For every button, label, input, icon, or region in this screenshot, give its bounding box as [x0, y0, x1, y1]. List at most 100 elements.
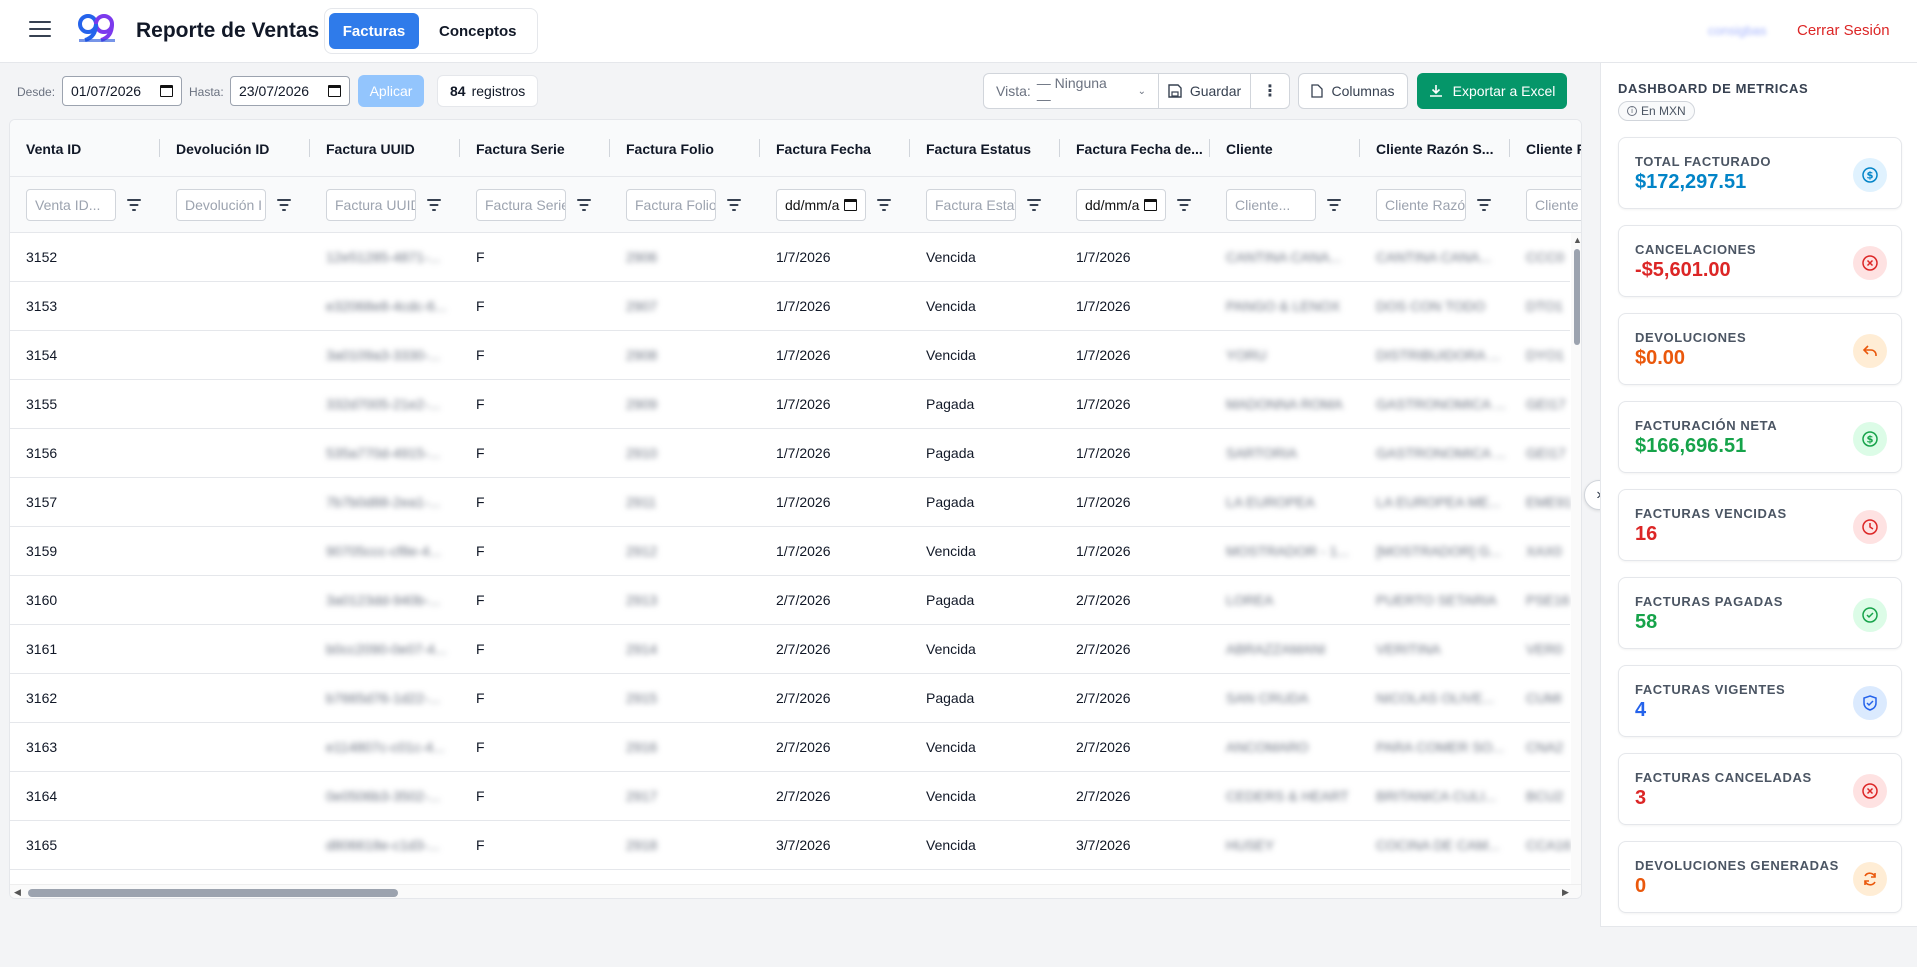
tab-conceptos[interactable]: Conceptos — [423, 13, 533, 49]
menu-icon[interactable] — [29, 21, 51, 39]
filter-icon[interactable] — [1176, 199, 1192, 211]
column-header[interactable]: Factura UUID — [310, 120, 460, 177]
vertical-scrollbar[interactable]: ▲ ▼ — [1571, 233, 1581, 898]
filter-icon[interactable] — [126, 199, 142, 211]
columns-button[interactable]: Columnas — [1298, 73, 1408, 109]
filter-icon[interactable] — [726, 199, 742, 211]
table-cell: Vencida — [926, 347, 976, 363]
column-filter-input[interactable]: Factura UUID — [326, 189, 416, 221]
column-header[interactable]: Factura Serie — [460, 120, 610, 177]
metric-card: FACTURAS VENCIDAS 16 — [1618, 489, 1902, 561]
shield-check-icon — [1853, 686, 1887, 720]
column-header[interactable]: Factura Fecha de... — [1060, 120, 1210, 177]
more-options-icon[interactable]: ⋮ — [1251, 74, 1289, 108]
column-header-label: Cliente — [1226, 140, 1273, 157]
table-cell: SARTORIA — [1226, 445, 1298, 461]
table-row[interactable]: 3152 12e51285-4871-... F 2906 1/7/2026 Vencid… — [10, 233, 1570, 282]
logout-button[interactable]: Cerrar Sesión — [1797, 22, 1890, 39]
record-count-value: 84 — [450, 83, 466, 99]
table-cell: DISTRIBUIDORA ... — [1376, 347, 1501, 363]
column-header[interactable]: Cliente — [1210, 120, 1360, 177]
table-row[interactable]: 3165 d806618e-c1d3-... F 2918 3/7/2026 Vencid… — [10, 821, 1571, 870]
table-cell: F — [476, 739, 485, 755]
table-row[interactable]: 3163 e114807c-c01c-4... F 2916 2/7/2026 Venci… — [10, 723, 1570, 772]
metric-value: 4 — [1635, 699, 1647, 721]
column-filter-cell: Factura Folio — [610, 177, 742, 233]
table-row[interactable]: 3155 332d7005-21e2-... F 2909 1/7/2026 Pagada… — [10, 380, 1570, 429]
table-cell: 2918 — [626, 837, 658, 853]
column-header[interactable]: Cliente Razón S... — [1360, 120, 1510, 177]
scroll-up-icon[interactable]: ▲ — [1573, 235, 1581, 245]
table-cell: COCINA DE CAM... — [1376, 837, 1500, 853]
filter-icon[interactable] — [426, 199, 442, 211]
table-cell: 2913 — [626, 592, 658, 608]
apply-button[interactable]: Aplicar — [358, 75, 424, 107]
scroll-right-icon[interactable]: ▶ — [1562, 887, 1569, 898]
horizontal-scrollbar[interactable]: ◀ ▶ — [10, 884, 1581, 898]
svg-text:$: $ — [1867, 171, 1874, 182]
column-header[interactable]: Venta ID — [10, 120, 160, 177]
calendar-icon[interactable] — [328, 85, 341, 97]
table-row[interactable]: 3162 b7665d76-1d22-... F 2915 2/7/2026 Pagada… — [10, 674, 1570, 723]
vertical-scroll-thumb[interactable] — [1574, 249, 1580, 345]
table-cell: 1/7/2026 — [1076, 347, 1131, 363]
calendar-icon[interactable] — [160, 85, 173, 97]
filter-icon[interactable] — [576, 199, 592, 211]
table-cell: ANCOMARO — [1226, 739, 1309, 755]
table-row[interactable]: 3156 535a770d-4915-... F 2910 1/7/2026 Pagada… — [10, 429, 1570, 478]
column-filter-input[interactable]: Cliente — [1526, 189, 1581, 221]
table-cell: 3163 — [26, 739, 58, 755]
table-row[interactable]: 3160 3a0123dd-940b-... F 2913 2/7/2026 Pagada… — [10, 576, 1570, 625]
metric-value: 16 — [1635, 523, 1658, 545]
column-filter-input[interactable]: Factura Serie — [476, 189, 566, 221]
table-cell: 12e51285-4871-... — [326, 249, 441, 265]
view-select[interactable]: Vista: — Ninguna — ⌄ — [984, 74, 1159, 108]
column-header[interactable]: Factura Folio — [610, 120, 760, 177]
scroll-left-icon[interactable]: ◀ — [14, 887, 21, 898]
column-header[interactable]: Factura Fecha — [760, 120, 910, 177]
table-row[interactable]: 3153 e32068e8-4cdc-6... F 2907 1/7/2026 Venci… — [10, 282, 1570, 331]
table-row[interactable]: 3157 7b7b0d88-2ea1-... F 2911 1/7/2026 Pagada… — [10, 478, 1572, 527]
desde-date-input[interactable]: 01/07/2026 — [62, 76, 182, 106]
filter-placeholder: Cliente Razó — [1385, 197, 1466, 213]
metric-label: TOTAL FACTURADO — [1635, 154, 1772, 169]
table-cell: F — [476, 249, 485, 265]
column-header[interactable]: Devolución ID — [160, 120, 310, 177]
table-row[interactable]: 3164 0e0506b3-3502-... F 2917 2/7/2026 Vencid… — [10, 772, 1570, 821]
tab-facturas[interactable]: Facturas — [329, 13, 419, 49]
column-header[interactable]: Factura Estatus — [910, 120, 1060, 177]
refresh-icon — [1853, 862, 1887, 896]
column-filter-input[interactable]: Factura Folio — [626, 189, 716, 221]
calendar-icon[interactable] — [844, 199, 857, 211]
column-filter-input[interactable]: Cliente Razó — [1376, 189, 1466, 221]
table-row[interactable]: 3154 3a0109a3-3330-... F 2908 1/7/2026 Vencid… — [10, 331, 1570, 380]
save-view-button[interactable]: Guardar — [1159, 74, 1251, 108]
date-filter-input[interactable]: dd/mm/a — [776, 189, 866, 221]
filter-icon[interactable] — [1326, 199, 1342, 211]
calendar-icon[interactable] — [1144, 199, 1157, 211]
column-header[interactable]: Cliente R — [1510, 120, 1581, 177]
metric-value: $166,696.51 — [1635, 435, 1747, 457]
table-cell: 3156 — [26, 445, 58, 461]
metric-value: 58 — [1635, 611, 1658, 633]
filter-icon[interactable] — [876, 199, 892, 211]
filter-icon[interactable] — [1026, 199, 1042, 211]
filter-icon[interactable] — [276, 199, 292, 211]
table-cell: 2908 — [626, 347, 658, 363]
table-row[interactable]: 3161 b0cc2090-0e07-4... F 2914 2/7/2026 Venci… — [10, 625, 1570, 674]
column-filter-input[interactable]: Cliente... — [1226, 189, 1316, 221]
table-cell — [160, 282, 310, 330]
filter-icon[interactable] — [1476, 199, 1492, 211]
column-filter-input[interactable]: Devolución I — [176, 189, 266, 221]
view-value: — Ninguna — — [1036, 75, 1107, 107]
date-filter-input[interactable]: dd/mm/a — [1076, 189, 1166, 221]
table-cell: 3a0109a3-3330-... — [326, 347, 441, 363]
table-row[interactable]: 3159 90705ccc-cf8e-4... F 2912 1/7/2026 Venci… — [10, 527, 1570, 576]
hasta-date-input[interactable]: 23/07/2026 — [230, 76, 350, 106]
column-filter-input[interactable]: Factura Estat — [926, 189, 1016, 221]
horizontal-scroll-thumb[interactable] — [28, 889, 398, 897]
x-circle-icon — [1853, 774, 1887, 808]
table-cell: 2907 — [626, 298, 658, 314]
export-excel-button[interactable]: Exportar a Excel — [1417, 73, 1567, 109]
column-filter-input[interactable]: Venta ID... — [26, 189, 116, 221]
